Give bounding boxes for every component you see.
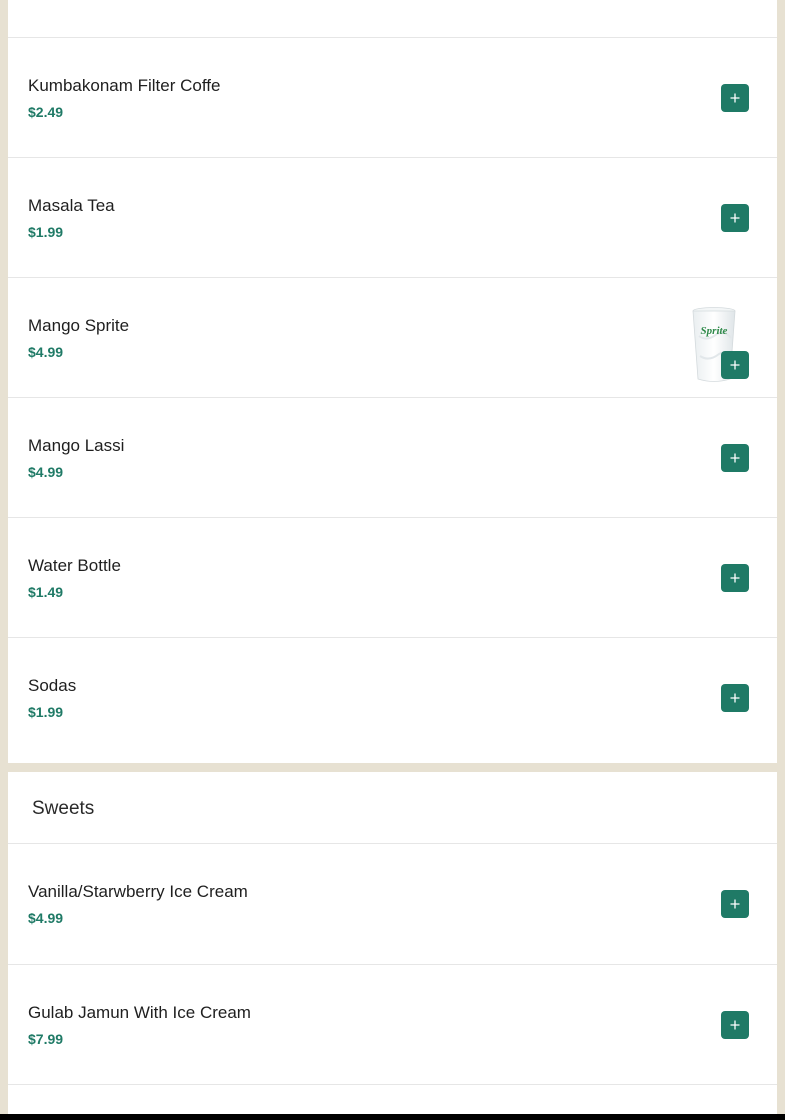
menu-item[interactable]: Masala Tea $1.99 (8, 157, 777, 277)
item-price: $4.99 (28, 464, 64, 480)
section-header: Sweets (8, 772, 777, 844)
menu-item[interactable]: Water Bottle $1.49 (8, 517, 777, 637)
plus-icon (730, 693, 740, 703)
menu-item[interactable]: Gulab Jamun With Ice Cream $7.99 (8, 964, 777, 1084)
add-to-cart-button[interactable] (721, 351, 749, 379)
item-name: Water Bottle (28, 556, 121, 575)
menu-item[interactable]: Sodas $1.99 (8, 637, 777, 757)
item-price: $4.99 (28, 910, 64, 926)
section-title: Sweets (32, 798, 95, 819)
add-to-cart-button[interactable] (721, 684, 749, 712)
add-to-cart-button[interactable] (721, 1011, 749, 1039)
plus-icon (730, 1020, 740, 1030)
item-price: $1.99 (28, 704, 64, 720)
item-name: Masala Tea (28, 196, 115, 215)
item-price: $7.99 (28, 1031, 64, 1047)
item-name: Mango Sprite (28, 316, 130, 335)
item-price: $1.99 (28, 224, 64, 240)
item-name: Vanilla/Starwberry Ice Cream (28, 882, 248, 901)
menu-page: Kumbakonam Filter Coffe $2.49 Masala Tea… (0, 0, 785, 1120)
plus-icon (730, 360, 740, 370)
add-to-cart-button[interactable] (721, 444, 749, 472)
item-name: Gulab Jamun With Ice Cream (28, 1003, 251, 1022)
svg-text:Sprite: Sprite (701, 325, 728, 337)
plus-icon (730, 213, 740, 223)
plus-icon (730, 93, 740, 103)
plus-icon (730, 453, 740, 463)
menu-item[interactable]: Mango Sprite $4.99 Sprite (8, 277, 777, 397)
add-to-cart-button[interactable] (721, 204, 749, 232)
add-to-cart-button[interactable] (721, 890, 749, 918)
menu-item[interactable]: Vanilla/Starwberry Ice Cream $4.99 (8, 844, 777, 964)
add-to-cart-button[interactable] (721, 564, 749, 592)
item-price: $2.49 (28, 104, 64, 120)
plus-icon (730, 899, 740, 909)
drinks-section: Kumbakonam Filter Coffe $2.49 Masala Tea… (8, 0, 777, 763)
previous-item-stub (8, 0, 777, 37)
item-name: Kumbakonam Filter Coffe (28, 76, 221, 95)
menu-item[interactable]: Mango Lassi $4.99 (8, 397, 777, 517)
item-name: Sodas (28, 676, 77, 695)
add-to-cart-button[interactable] (721, 84, 749, 112)
bottom-bar (0, 1114, 785, 1120)
item-name: Mango Lassi (28, 436, 125, 455)
plus-icon (730, 573, 740, 583)
item-price: $1.49 (28, 584, 64, 600)
menu-item[interactable]: Kumbakonam Filter Coffe $2.49 (8, 37, 777, 157)
item-price: $4.99 (28, 344, 64, 360)
sweets-section: Sweets Vanilla/Starwberry Ice Cream $4.9… (8, 772, 777, 1120)
